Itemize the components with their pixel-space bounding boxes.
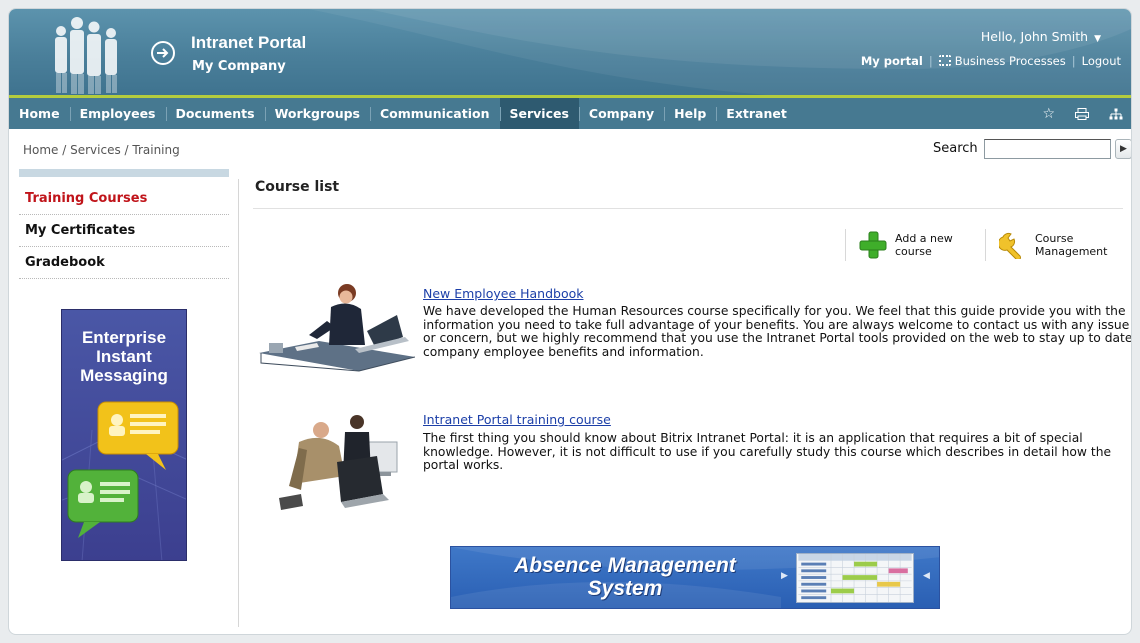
chat-bubbles-icon (67, 401, 179, 538)
nav-item-workgroups[interactable]: Workgroups (264, 98, 370, 129)
business-processes-icon (938, 55, 951, 66)
star-icon[interactable]: ☆ (1042, 106, 1055, 122)
business-processes-label: Business Processes (954, 54, 1066, 68)
add-course-label: Add a new course (895, 232, 953, 258)
course-management-button[interactable]: Course Management (985, 227, 1117, 263)
absence-management-banner[interactable]: Absence Management System ▶ ◀ (450, 546, 940, 609)
arrow-right-icon: ▶ (781, 571, 788, 581)
sidebar-item-training-courses[interactable]: Training Courses (19, 183, 229, 215)
sidebar-item-my-certificates[interactable]: My Certificates (19, 215, 229, 247)
logout-link[interactable]: Logout (1082, 54, 1121, 68)
business-processes-link[interactable]: Business Processes (938, 54, 1066, 68)
search-input[interactable] (984, 139, 1111, 159)
divider (845, 229, 846, 261)
header: Intranet Portal My Company Hello, John S… (9, 9, 1131, 95)
app-window: Intranet Portal My Company Hello, John S… (8, 8, 1132, 635)
sitemap-icon[interactable] (1109, 108, 1123, 120)
divider: | (1071, 54, 1076, 68)
course-description-training: The first thing you should know about Bi… (423, 431, 1112, 472)
nav-item-company[interactable]: Company (578, 98, 664, 129)
nav-tools: ☆ (1042, 98, 1123, 129)
user-menu[interactable]: Hello, John Smith ▼ (981, 29, 1101, 44)
calendar-preview-icon (796, 553, 914, 603)
sidebar: Training Courses My Certificates Gradebo… (19, 169, 229, 279)
divider: | (928, 54, 933, 68)
search-label: Search (933, 141, 978, 156)
sidebar-divider (238, 179, 239, 627)
arrow-left-icon: ◀ (923, 571, 930, 581)
search-go-button[interactable]: ▶ (1115, 139, 1131, 159)
course-management-label: Course Management (1035, 232, 1108, 258)
nav-item-home[interactable]: Home (9, 98, 70, 129)
nav-item-help[interactable]: Help (664, 98, 716, 129)
sidebar-top-bar (19, 169, 229, 177)
course-description-handbook: We have developed the Human Resources co… (423, 304, 1132, 359)
course-link-training[interactable]: Intranet Portal training course (423, 412, 611, 427)
heading-divider (253, 208, 1123, 209)
greeting-text: Hello, John Smith (980, 29, 1089, 44)
my-portal-link[interactable]: My portal (861, 54, 923, 68)
banner-text: Absence Management System (514, 554, 736, 600)
nav-item-extranet[interactable]: Extranet (716, 98, 797, 129)
course-thumbnail-handbook[interactable] (259, 271, 415, 381)
nav-item-documents[interactable]: Documents (165, 98, 265, 129)
company-name: My Company (192, 59, 286, 74)
wrench-icon (999, 232, 1021, 259)
caret-down-icon: ▼ (1094, 34, 1101, 44)
nav-item-communication[interactable]: Communication (370, 98, 500, 129)
portal-title[interactable]: Intranet Portal (191, 33, 306, 53)
divider (985, 229, 986, 261)
breadcrumb[interactable]: Home / Services / Training (23, 143, 180, 157)
print-icon[interactable] (1075, 107, 1089, 120)
main-nav: Home Employees Documents Workgroups Comm… (9, 95, 1131, 129)
add-course-button[interactable]: Add a new course (845, 227, 965, 263)
header-decoration (308, 9, 1131, 95)
portal-arrow-icon[interactable] (151, 41, 175, 65)
top-links: My portal | Business Processes | Logout (861, 54, 1121, 68)
nav-item-employees[interactable]: Employees (69, 98, 166, 129)
course-thumbnail-training[interactable] (259, 402, 415, 512)
course-link-handbook[interactable]: New Employee Handbook (423, 286, 584, 301)
people-logo-icon (55, 17, 117, 94)
nav-item-services[interactable]: Services (499, 98, 579, 129)
instant-messaging-ad[interactable]: Enterprise Instant Messaging (61, 309, 187, 561)
page-title: Course list (255, 179, 340, 195)
sidebar-item-gradebook[interactable]: Gradebook (19, 247, 229, 279)
arrow-right-icon: ▶ (1120, 144, 1127, 154)
plus-icon (859, 231, 887, 259)
